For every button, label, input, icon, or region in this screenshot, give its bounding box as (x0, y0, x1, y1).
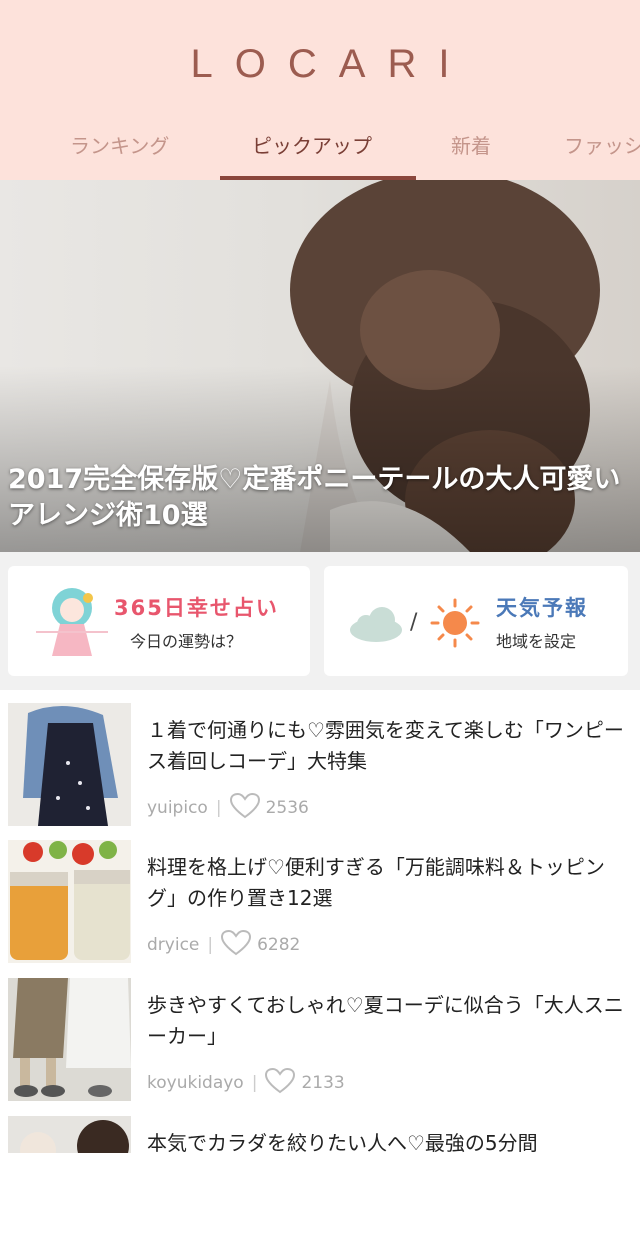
article-author[interactable]: yuipico (147, 798, 208, 818)
tab-new[interactable]: 新着 (451, 130, 491, 159)
article-meta: koyukidayo | 2133 (147, 1068, 345, 1096)
like-count: 2133 (301, 1073, 345, 1093)
meta-divider: | (215, 798, 222, 818)
article-item[interactable]: 歩きやすくておしゃれ♡夏コーデに似合う「大人スニーカー」 koyukidayo |… (0, 978, 640, 1104)
article-thumbnail (8, 703, 131, 826)
fortune-title: 365日幸せ占い (114, 596, 279, 620)
article-item[interactable]: 本気でカラダを絞りたい人へ♡最強の5分間 (0, 1116, 640, 1242)
tab-ranking[interactable]: ランキング (70, 130, 169, 159)
article-meta: yuipico | 2536 (147, 793, 309, 821)
fortune-card[interactable]: 365日幸せ占い 今日の運勢は？ (8, 566, 310, 676)
weather-subtitle: 地域を設定 (496, 632, 577, 651)
article-title: 料理を格上げ♡便利すぎる「万能調味料＆トッピング」の作り置き12選 (147, 855, 605, 910)
heart-icon[interactable] (229, 793, 260, 819)
article-image (8, 840, 131, 963)
heart-icon[interactable] (265, 1068, 296, 1094)
article-item[interactable]: 料理を格上げ♡便利すぎる「万能調味料＆トッピング」の作り置き12選 dryice… (0, 840, 640, 966)
like-count: 6282 (257, 935, 301, 955)
meta-divider: | (251, 1073, 258, 1093)
article-title: 本気でカラダを絞りたい人へ♡最強の5分間 (147, 1131, 538, 1155)
fortune-girl-icon (36, 588, 108, 656)
article-author[interactable]: koyukidayo (147, 1073, 244, 1093)
category-tabs: ランキング ピックアップ 新着 ファッシ (0, 118, 640, 180)
weather-separator: / (410, 610, 418, 635)
cloud-icon (350, 607, 402, 642)
app-header: LOCARI ランキング ピックアップ 新着 ファッシ (0, 0, 640, 180)
article-thumbnail (8, 840, 131, 963)
weather-card[interactable]: / 天気予報 地域を設定 (324, 566, 628, 676)
fortune-subtitle: 今日の運勢は？ (130, 632, 243, 651)
meta-divider: | (207, 935, 214, 955)
article-image (8, 703, 131, 826)
locari-logo[interactable]: LOCARI (0, 42, 640, 87)
article-meta: dryice | 6282 (147, 930, 301, 958)
like-count: 2536 (265, 798, 309, 818)
article-title: 歩きやすくておしゃれ♡夏コーデに似合う「大人スニーカー」 (147, 993, 624, 1048)
tab-pickup[interactable]: ピックアップ (252, 130, 372, 159)
article-thumbnail (8, 978, 131, 1101)
heart-icon[interactable] (221, 930, 252, 956)
article-thumbnail (8, 1116, 131, 1153)
hero-title[interactable]: 2017完全保存版♡定番ポニーテールの大人可愛いアレンジ術10選 (8, 462, 632, 534)
article-title: １着で何通りにも♡雰囲気を変えて楽しむ「ワンピース着回しコーデ」大特集 (147, 718, 624, 773)
article-item[interactable]: １着で何通りにも♡雰囲気を変えて楽しむ「ワンピース着回しコーデ」大特集 yuip… (0, 703, 640, 829)
tab-fashion[interactable]: ファッシ (564, 130, 640, 159)
article-image (8, 1116, 131, 1153)
weather-title: 天気予報 (496, 596, 588, 620)
article-author[interactable]: dryice (147, 935, 199, 955)
sun-icon (430, 598, 480, 648)
article-image (8, 978, 131, 1101)
